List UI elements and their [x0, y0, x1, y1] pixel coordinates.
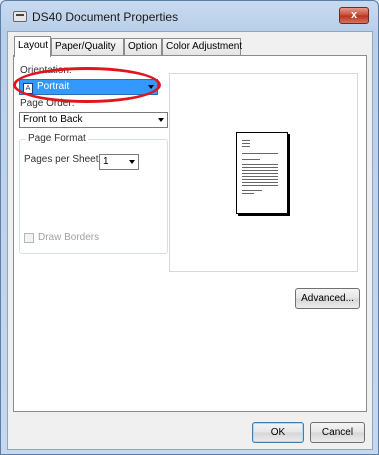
title-bar[interactable]: DS40 Document Properties x: [1, 1, 378, 31]
draw-borders-checkbox[interactable]: [24, 233, 34, 243]
layout-panel: Orientation: A Portrait Page Order: Front…: [13, 55, 367, 412]
orientation-dropdown[interactable]: A Portrait: [19, 79, 158, 95]
tab-option[interactable]: Option: [124, 38, 162, 55]
pages-per-sheet-dropdown[interactable]: 1: [99, 154, 139, 170]
window-title: DS40 Document Properties: [32, 10, 179, 24]
printer-icon: [13, 11, 27, 22]
chevron-down-icon: [148, 85, 154, 89]
document-properties-window: DS40 Document Properties x Layout Paper/…: [0, 0, 379, 455]
ok-button[interactable]: OK: [252, 422, 304, 443]
tab-layout[interactable]: Layout: [14, 36, 51, 57]
page-order-dropdown[interactable]: Front to Back: [19, 112, 168, 128]
chevron-down-icon: [158, 118, 164, 122]
dialog-client: Layout Paper/Quality Option Color Adjust…: [7, 31, 373, 450]
orientation-label: Orientation:: [20, 65, 72, 76]
layout-preview: [169, 73, 358, 272]
tab-color-adjustment[interactable]: Color Adjustment: [162, 38, 242, 55]
orientation-value: Portrait: [37, 81, 70, 92]
cancel-button[interactable]: Cancel: [310, 422, 365, 443]
chevron-down-icon: [129, 160, 135, 164]
page-preview-image: [236, 132, 288, 214]
page-order-value: Front to Back: [23, 114, 83, 125]
pages-per-sheet-value: 1: [103, 156, 109, 167]
close-button[interactable]: x: [339, 7, 369, 24]
advanced-button[interactable]: Advanced...: [295, 288, 360, 309]
page-format-group: Page Format Pages per Sheet 1 Draw Borde…: [19, 133, 168, 254]
portrait-orientation-icon: A: [23, 83, 33, 94]
draw-borders-label: Draw Borders: [38, 232, 100, 243]
pages-per-sheet-label: Pages per Sheet: [24, 154, 99, 165]
tab-paper-quality[interactable]: Paper/Quality: [51, 38, 124, 55]
page-format-title: Page Format: [26, 133, 88, 144]
page-order-label: Page Order:: [20, 98, 75, 109]
